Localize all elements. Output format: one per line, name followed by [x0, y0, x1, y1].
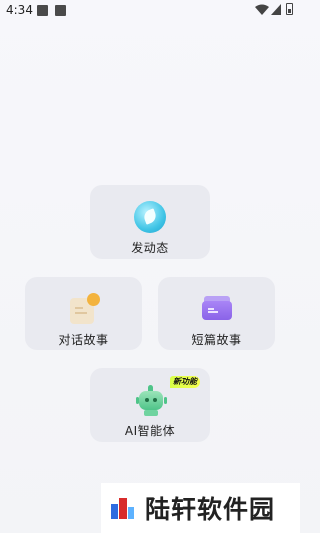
dialog-story-button[interactable]: 对话故事 — [25, 277, 142, 350]
ai-agent-button[interactable]: 新功能 AI智能体 — [90, 368, 210, 442]
watermark-logo-icon — [110, 495, 136, 521]
wifi-icon — [255, 4, 269, 15]
signal-icon — [271, 4, 281, 15]
notification-icon — [37, 5, 48, 16]
leaf-bubble-icon — [134, 201, 166, 233]
post-label: 发动态 — [131, 241, 169, 255]
watermark: 陆轩软件园 — [101, 483, 300, 533]
dialog-story-label: 对话故事 — [58, 333, 109, 347]
short-story-button[interactable]: 短篇故事 — [158, 277, 275, 350]
status-bar: 4:34 — [0, 0, 300, 22]
robot-icon — [134, 384, 167, 416]
battery-icon — [286, 3, 293, 15]
short-story-label: 短篇故事 — [191, 333, 242, 347]
ai-agent-label: AI智能体 — [124, 424, 176, 438]
post-button[interactable]: 发动态 — [90, 185, 210, 259]
new-feature-badge: 新功能 — [170, 376, 200, 388]
note-sun-icon — [68, 293, 100, 325]
status-time: 4:34 — [6, 3, 33, 17]
watermark-text: 陆轩软件园 — [145, 495, 276, 524]
notification-icon — [55, 5, 66, 16]
folder-book-icon — [201, 293, 233, 325]
